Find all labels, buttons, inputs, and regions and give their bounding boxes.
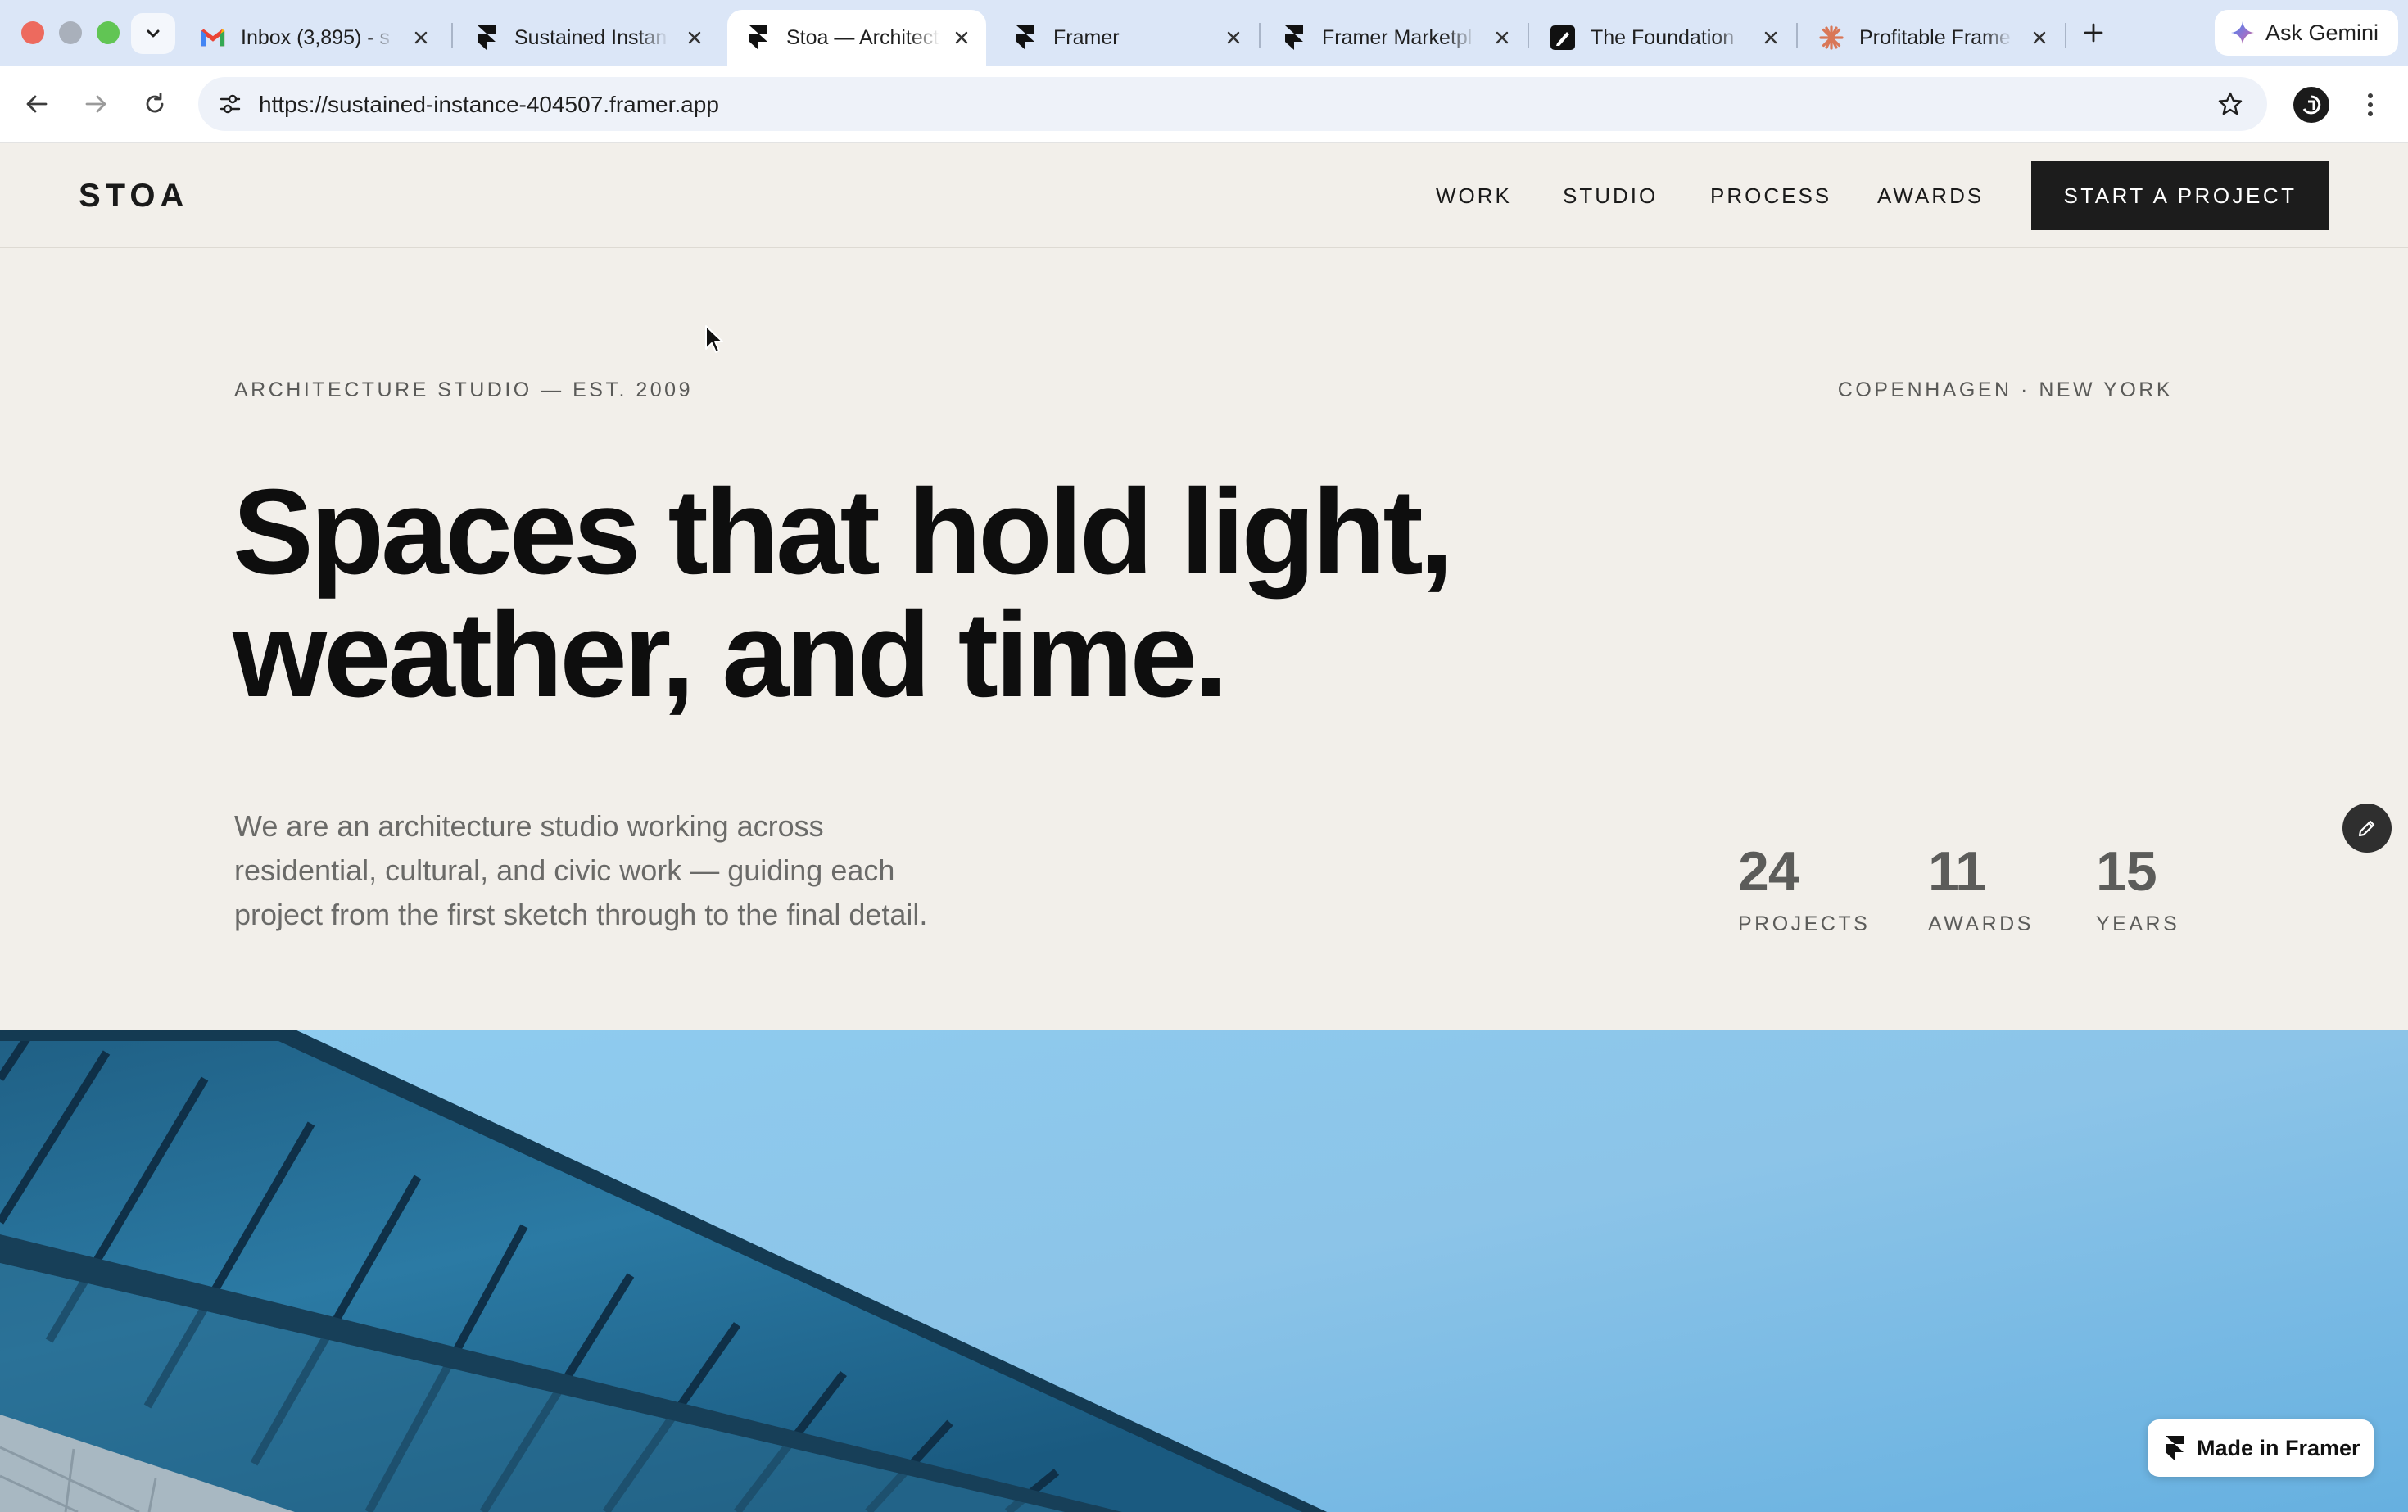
browser-menu-button[interactable]: [2354, 85, 2387, 124]
intro-line: project from the first sketch through to…: [234, 898, 928, 931]
stat-years: 15 YEARS: [2096, 844, 2179, 936]
reload-icon: [146, 93, 164, 113]
intro-line: residential, cultural, and civic work — …: [234, 853, 895, 887]
made-in-framer-label: Made in Framer: [2197, 1435, 2360, 1460]
tab-title: The Foundation: [1591, 25, 1735, 49]
intro-paragraph: We are an architecture studio working ac…: [234, 804, 1004, 937]
close-icon[interactable]: [683, 26, 706, 49]
framer-icon: [1281, 25, 1307, 51]
pencil-icon: [2358, 820, 2375, 837]
maximize-window-button[interactable]: [97, 21, 120, 44]
tab-the-foundation[interactable]: The Foundation: [1532, 10, 1795, 66]
reload-button[interactable]: [134, 84, 175, 124]
tab-separator: [2065, 23, 2066, 48]
profile-avatar[interactable]: [2293, 87, 2329, 123]
web-page: STOA WORK STUDIO PROCESS AWARDS START A …: [0, 143, 2408, 1512]
close-icon[interactable]: [1759, 26, 1782, 49]
minimize-window-button[interactable]: [59, 21, 82, 44]
stat-label: YEARS: [2096, 912, 2180, 935]
more-vertical-icon: [2368, 93, 2373, 116]
stat-value: 24: [1738, 840, 1799, 903]
close-window-button[interactable]: [21, 21, 44, 44]
tab-title: Inbox (3,895) - s: [241, 25, 391, 49]
tab-title: Profitable Frame: [1859, 25, 2011, 49]
close-icon[interactable]: [1491, 26, 1514, 49]
gmail-icon: [200, 25, 226, 51]
tab-separator: [1259, 23, 1261, 48]
url-text[interactable]: https://sustained-instance-404507.framer…: [259, 92, 719, 118]
tab-separator: [451, 23, 453, 48]
hero-building-image: [0, 1030, 2408, 1512]
edit-content-button[interactable]: [2342, 804, 2392, 853]
back-button[interactable]: [16, 84, 57, 124]
nav-link-work[interactable]: WORK: [1436, 183, 1512, 209]
claude-icon: [1818, 25, 1844, 51]
stat-awards: 11 AWARDS: [1928, 844, 2034, 936]
tab-sustained-instance[interactable]: Sustained Instan: [455, 10, 719, 66]
made-in-framer-badge[interactable]: Made in Framer: [2148, 1419, 2374, 1477]
bookmark-button[interactable]: [2213, 87, 2247, 121]
new-tab-button[interactable]: [2077, 16, 2110, 49]
arrow-right-icon: [85, 95, 106, 113]
tab-title: Framer Marketpl: [1322, 25, 1473, 49]
forward-button[interactable]: [75, 84, 116, 124]
tab-framer[interactable]: Framer: [994, 10, 1258, 66]
star-icon: [2218, 92, 2243, 115]
tab-stoa[interactable]: Stoa — Architect: [727, 10, 986, 66]
intro-line: We are an architecture studio working ac…: [234, 809, 824, 843]
ask-gemini-label: Ask Gemini: [2265, 20, 2379, 45]
profile-icon: [2302, 95, 2321, 115]
address-bar[interactable]: https://sustained-instance-404507.framer…: [198, 77, 2267, 131]
close-icon[interactable]: [410, 26, 432, 49]
gemini-sparkle-icon: [2231, 21, 2254, 44]
stat-projects: 24 PROJECTS: [1738, 844, 1870, 936]
tab-separator: [1528, 23, 1529, 48]
site-info-button[interactable]: [211, 85, 249, 123]
framer-icon: [473, 25, 500, 51]
framer-icon: [745, 25, 772, 51]
tab-title: Framer: [1053, 25, 1120, 49]
framer-icon: [2166, 1436, 2184, 1460]
headline-line: weather, and time.: [233, 587, 1228, 722]
framer-icon: [1012, 25, 1039, 51]
foundation-icon: [1550, 25, 1576, 51]
locations-eyebrow: COPENHAGEN · NEW YORK: [1837, 378, 2173, 401]
mouse-cursor-icon: [705, 325, 723, 353]
tab-inbox[interactable]: Inbox (3,895) - s: [182, 10, 446, 66]
tab-title: Sustained Instan: [514, 25, 668, 49]
tab-framer-marketplace[interactable]: Framer Marketpl: [1263, 10, 1527, 66]
nav-link-studio[interactable]: STUDIO: [1563, 183, 1658, 209]
close-icon[interactable]: [1222, 26, 1245, 49]
stat-label: PROJECTS: [1738, 912, 1871, 935]
nav-link-process[interactable]: PROCESS: [1710, 183, 1831, 209]
nav-link-awards[interactable]: AWARDS: [1877, 183, 1984, 209]
arrow-left-icon: [26, 95, 48, 113]
close-icon[interactable]: [950, 26, 973, 49]
site-header: STOA WORK STUDIO PROCESS AWARDS START A …: [0, 143, 2408, 248]
ask-gemini-button[interactable]: Ask Gemini: [2215, 10, 2398, 56]
hero-headline: Spaces that hold light, weather, and tim…: [233, 471, 1625, 717]
tab-search-button[interactable]: [131, 13, 175, 54]
plus-icon: [2084, 23, 2103, 43]
tab-separator: [1796, 23, 1798, 48]
close-icon[interactable]: [2028, 26, 2051, 49]
chevron-down-icon: [147, 29, 160, 38]
tab-title: Stoa — Architect: [786, 25, 939, 49]
browser-tab-strip: Inbox (3,895) - s Sustained Instan Stoa …: [0, 0, 2408, 66]
tab-profitable-framer[interactable]: Profitable Frame: [1800, 10, 2064, 66]
stat-value: 11: [1928, 840, 1986, 903]
tune-icon: [220, 94, 241, 114]
stat-label: AWARDS: [1928, 912, 2034, 935]
site-logo[interactable]: STOA: [79, 178, 188, 215]
building-facade-illustration: [0, 1030, 2408, 1512]
start-project-button[interactable]: START A PROJECT: [2031, 161, 2329, 230]
browser-toolbar: https://sustained-instance-404507.framer…: [0, 66, 2408, 143]
headline-line: Spaces that hold light,: [233, 464, 1454, 600]
stat-value: 15: [2096, 840, 2157, 903]
studio-eyebrow: ARCHITECTURE STUDIO — EST. 2009: [234, 378, 693, 401]
